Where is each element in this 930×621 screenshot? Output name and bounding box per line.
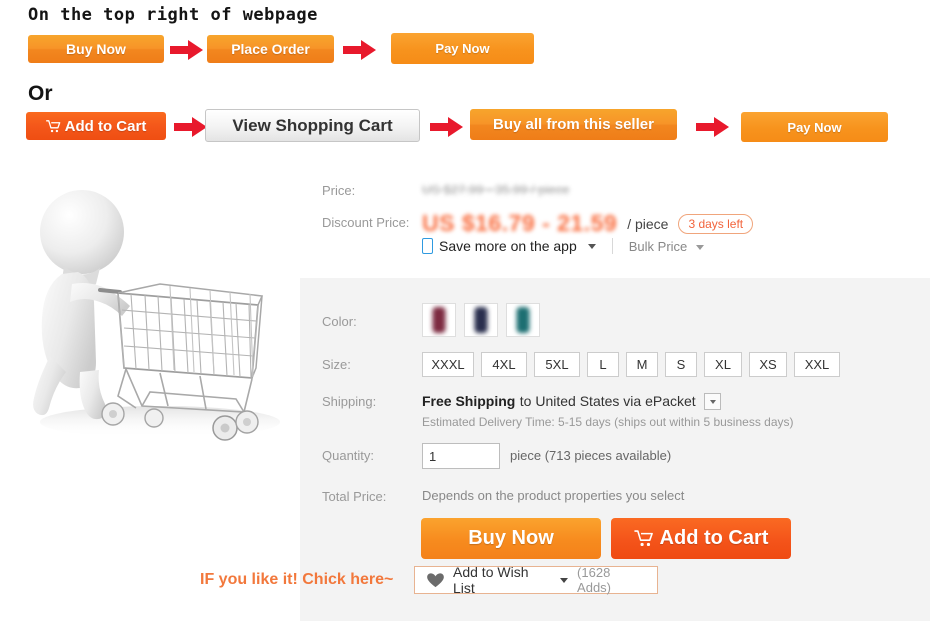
- shipping-select-dropdown[interactable]: [704, 393, 722, 411]
- chevron-down-icon-app: [587, 243, 596, 249]
- size-option-l[interactable]: L: [587, 352, 619, 377]
- total-price-note: Depends on the product properties you se…: [422, 488, 685, 503]
- color-swatch-teal[interactable]: [506, 303, 540, 337]
- discount-price-label: Discount Price:: [322, 215, 410, 230]
- price-label: Price:: [322, 183, 356, 198]
- wishlist-hint-text: IF you like it! Chick here~: [200, 571, 394, 588]
- shipping-destination: to United States via ePacket: [519, 393, 696, 409]
- color-row: Color:: [322, 303, 548, 337]
- add-to-cart-label: Add to Cart: [659, 527, 769, 549]
- chevron-down-icon-wishlist: [560, 577, 569, 583]
- color-swatch-maroon[interactable]: [422, 303, 456, 337]
- size-option-xxl[interactable]: XXL: [794, 352, 840, 377]
- instruction-heading: On the top right of webpage: [28, 5, 318, 25]
- flow-pay-now-label-bottom: Pay Now: [787, 119, 842, 135]
- or-label: Or: [28, 82, 53, 105]
- flow-buy-now-button[interactable]: Buy Now: [28, 35, 164, 63]
- total-price-label: Total Price:: [322, 489, 387, 504]
- quantity-label: Quantity:: [322, 448, 375, 463]
- heart-icon: [427, 572, 444, 587]
- cart-icon-cta: [633, 530, 653, 547]
- flow-buy-all-from-seller-label: Buy all from this seller: [493, 116, 654, 133]
- total-price-row: Total Price: Depends on the product prop…: [322, 488, 684, 505]
- wish-list-count: (1628 Adds): [577, 565, 612, 595]
- save-more-on-app-link[interactable]: Save more on the app: [422, 238, 596, 254]
- buy-now-label: Buy Now: [468, 527, 554, 549]
- flow-view-shopping-cart-label: View Shopping Cart: [232, 115, 393, 135]
- arrow-right-icon-1: [170, 40, 203, 60]
- color-label: Color:: [322, 314, 357, 329]
- flow-add-to-cart-label: Add to Cart: [64, 117, 147, 135]
- shipping-row: Shipping: Free Shipping to United States…: [322, 393, 794, 429]
- promo-days-left-badge: 3 days left: [678, 213, 754, 234]
- flow-add-to-cart-button[interactable]: Add to Cart: [26, 112, 166, 140]
- discount-price-value: US $16.79 - 21.59: [422, 210, 618, 236]
- original-price: US $27.99 - 35.99 / piece: [422, 182, 570, 197]
- size-row: Size: XXXL 4XL 5XL L M S XL XS XXL: [322, 352, 847, 377]
- phone-icon: [422, 238, 433, 254]
- arrow-right-icon-2: [343, 40, 376, 60]
- cart-icon: [45, 119, 60, 132]
- size-option-4xl[interactable]: 4XL: [481, 352, 527, 377]
- size-option-m[interactable]: M: [626, 352, 658, 377]
- flow-pay-now-button-bottom[interactable]: Pay Now: [741, 112, 888, 142]
- size-option-xxxl[interactable]: XXXL: [422, 352, 474, 377]
- product-image: 123rf.com: [0, 160, 300, 560]
- color-swatch-thumbnail: [516, 307, 530, 333]
- shipping-label: Shipping:: [322, 394, 377, 409]
- size-option-list: XXXL 4XL 5XL L M S XL XS XXL: [422, 352, 847, 377]
- divider: [611, 238, 613, 254]
- price-unit: / piece: [627, 215, 669, 232]
- flow-buy-now-label: Buy Now: [66, 41, 126, 57]
- free-shipping-label: Free Shipping: [422, 393, 516, 409]
- color-swatch-list: [422, 303, 548, 337]
- save-more-on-app-label: Save more on the app: [439, 238, 577, 254]
- aliexpress-buying-guide-infographic: On the top right of webpage Buy Now Plac…: [0, 0, 930, 621]
- size-option-s[interactable]: S: [665, 352, 697, 377]
- bulk-price-link[interactable]: Bulk Price: [629, 239, 704, 254]
- flow-place-order-label: Place Order: [231, 41, 310, 57]
- flow-pay-now-label-top: Pay Now: [435, 41, 490, 56]
- size-label: Size:: [322, 357, 351, 372]
- size-option-xs[interactable]: XS: [749, 352, 787, 377]
- add-to-wish-list-button[interactable]: Add to Wish List (1628 Adds): [414, 564, 658, 596]
- flow-view-shopping-cart-button[interactable]: View Shopping Cart: [205, 109, 420, 142]
- flow-buy-all-from-seller-button[interactable]: Buy all from this seller: [470, 109, 677, 140]
- quantity-availability-note: piece (713 pieces available): [510, 448, 672, 463]
- price-row: Price: US $27.99 - 35.99 / piece: [322, 182, 569, 199]
- quantity-row: Quantity: piece (713 pieces available): [322, 443, 671, 469]
- add-to-cart-button[interactable]: Add to Cart: [611, 518, 791, 559]
- color-swatch-thumbnail: [432, 307, 446, 333]
- flow-pay-now-button-top[interactable]: Pay Now: [391, 33, 534, 64]
- size-option-5xl[interactable]: 5XL: [534, 352, 580, 377]
- discount-price-row: Discount Price: US $16.79 - 21.59 / piec…: [322, 210, 754, 237]
- arrow-right-icon-4: [430, 117, 463, 137]
- quantity-input[interactable]: [422, 443, 500, 469]
- shopping-cart-illustration: [33, 190, 280, 441]
- wish-list-label: Add to Wish List: [453, 564, 529, 596]
- size-option-xl[interactable]: XL: [704, 352, 742, 377]
- color-swatch-thumbnail: [474, 307, 488, 333]
- flow-place-order-button[interactable]: Place Order: [207, 35, 334, 63]
- chevron-down-icon-bulk: [695, 244, 704, 250]
- bulk-price-label: Bulk Price: [628, 238, 688, 254]
- price-links-row: Save more on the app Bulk Price: [422, 238, 704, 254]
- arrow-right-icon-5: [696, 117, 729, 137]
- buy-now-button[interactable]: Buy Now: [421, 518, 601, 559]
- color-swatch-navy[interactable]: [464, 303, 498, 337]
- shipping-estimate: Estimated Delivery Time: 5-15 days (ship…: [422, 415, 794, 429]
